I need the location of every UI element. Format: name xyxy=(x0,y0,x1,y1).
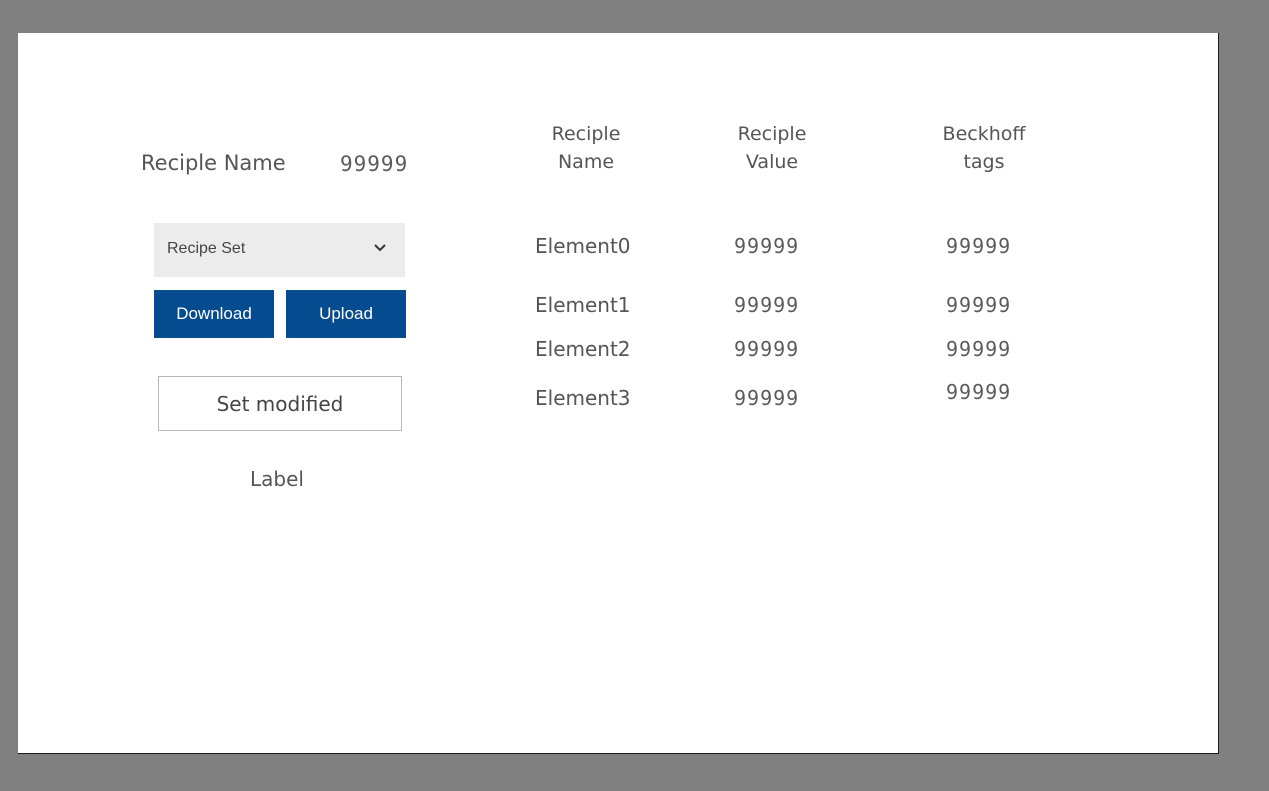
recipe-name-value: 99999 xyxy=(340,152,409,176)
table-row-name: Element1 xyxy=(535,293,631,317)
recipe-set-dropdown[interactable]: Recipe Set xyxy=(154,223,405,277)
header-recipe-name-line1: Reciple xyxy=(551,123,621,145)
table-row-value: 99999 xyxy=(734,234,800,258)
table-row-value: 99999 xyxy=(734,337,800,361)
table-row-value: 99999 xyxy=(734,293,800,317)
header-recipe-value: Reciple Value xyxy=(702,120,842,176)
header-recipe-value-line2: Value xyxy=(745,151,799,173)
header-beckhoff-tags: Beckhoff tags xyxy=(914,120,1054,176)
recipe-panel: Reciple Name 99999 Recipe Set Download U… xyxy=(18,33,1219,754)
table-row-name: Element0 xyxy=(535,234,631,258)
table-row-value: 99999 xyxy=(734,386,800,410)
table-row-tag: 99999 xyxy=(946,293,1012,317)
recipe-name-label: Reciple Name xyxy=(141,151,286,175)
table-row-name: Element2 xyxy=(535,337,631,361)
header-recipe-name: Reciple Name xyxy=(516,120,656,176)
chevron-down-icon xyxy=(374,244,386,252)
set-modified-button[interactable]: Set modified xyxy=(158,376,402,431)
upload-button[interactable]: Upload xyxy=(286,290,406,338)
status-label: Label xyxy=(250,467,304,491)
table-row-tag: 99999 xyxy=(946,380,1012,404)
recipe-set-dropdown-value: Recipe Set xyxy=(167,240,246,257)
header-recipe-name-line2: Name xyxy=(557,151,615,173)
table-row-name: Element3 xyxy=(535,386,631,410)
header-recipe-value-line1: Reciple xyxy=(737,123,807,145)
download-button[interactable]: Download xyxy=(154,290,274,338)
table-row-tag: 99999 xyxy=(946,337,1012,361)
header-beckhoff-tags-line2: tags xyxy=(963,151,1005,173)
header-beckhoff-tags-line1: Beckhoff xyxy=(942,123,1026,145)
table-row-tag: 99999 xyxy=(946,234,1012,258)
